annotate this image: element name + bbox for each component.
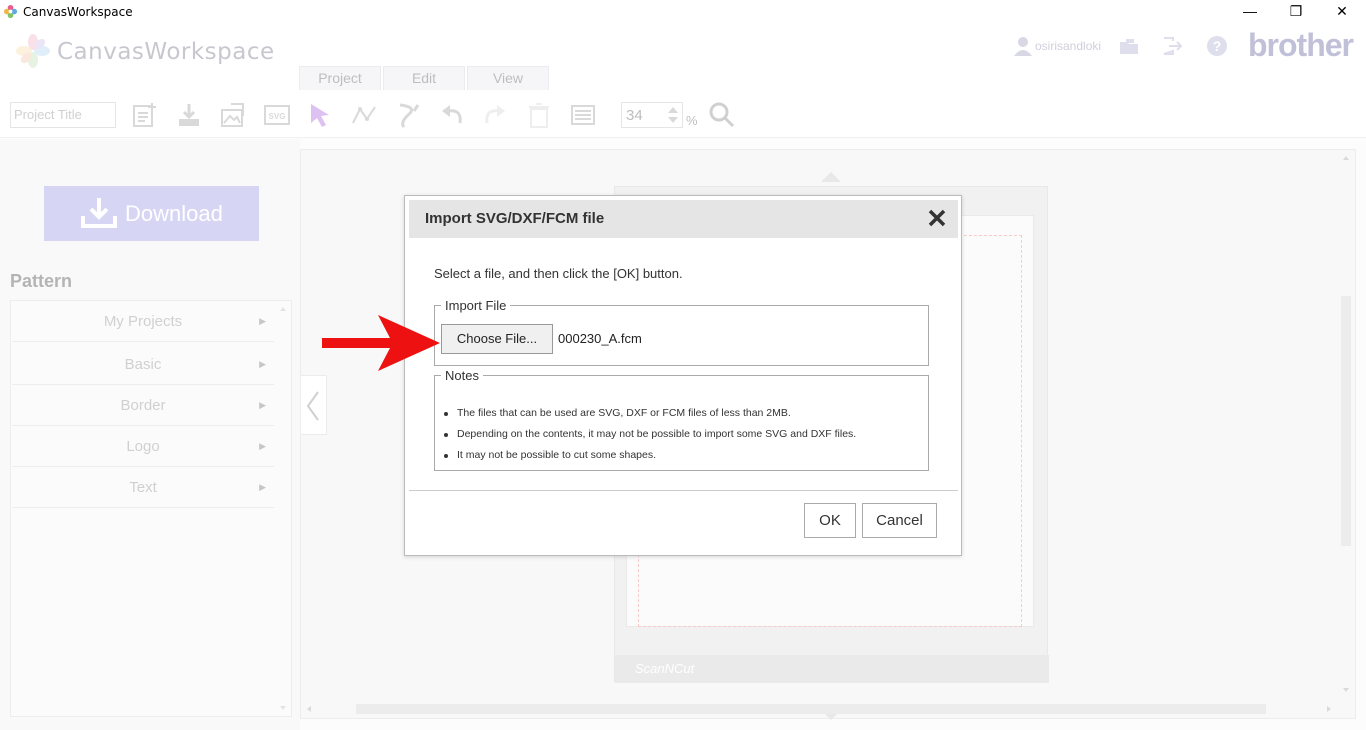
import-file-group: Import File Choose File... 000230_A.fcm: [434, 298, 929, 366]
dialog-title: Import SVG/DXF/FCM file: [425, 210, 605, 227]
close-window-button[interactable]: ✕: [1319, 0, 1365, 23]
selected-file-name: 000230_A.fcm: [558, 331, 642, 346]
window-title: CanvasWorkspace: [23, 5, 133, 19]
restore-button[interactable]: ❐: [1273, 0, 1319, 23]
window-titlebar: CanvasWorkspace — ❐ ✕: [0, 0, 1366, 23]
dialog-separator: [409, 490, 958, 491]
red-arrow-annotation-icon: [322, 315, 440, 371]
import-dialog: Import SVG/DXF/FCM file Select a file, a…: [404, 195, 962, 556]
note-item: The files that can be used are SVG, DXF …: [444, 403, 856, 424]
dialog-instruction: Select a file, and then click the [OK] b…: [434, 266, 683, 281]
choose-file-button[interactable]: Choose File...: [441, 324, 553, 354]
cancel-button[interactable]: Cancel: [862, 503, 937, 538]
close-icon[interactable]: [926, 207, 948, 229]
note-item: Depending on the contents, it may not be…: [444, 424, 856, 445]
import-file-legend: Import File: [445, 298, 507, 313]
notes-group: Notes The files that can be used are SVG…: [434, 368, 929, 471]
minimize-button[interactable]: —: [1227, 0, 1273, 23]
notes-legend: Notes: [445, 368, 479, 383]
note-item: It may not be possible to cut some shape…: [444, 445, 856, 466]
notes-list: The files that can be used are SVG, DXF …: [444, 403, 856, 466]
dialog-header: Import SVG/DXF/FCM file: [409, 200, 958, 238]
app-flower-icon: [3, 4, 18, 19]
ok-button[interactable]: OK: [804, 503, 856, 538]
